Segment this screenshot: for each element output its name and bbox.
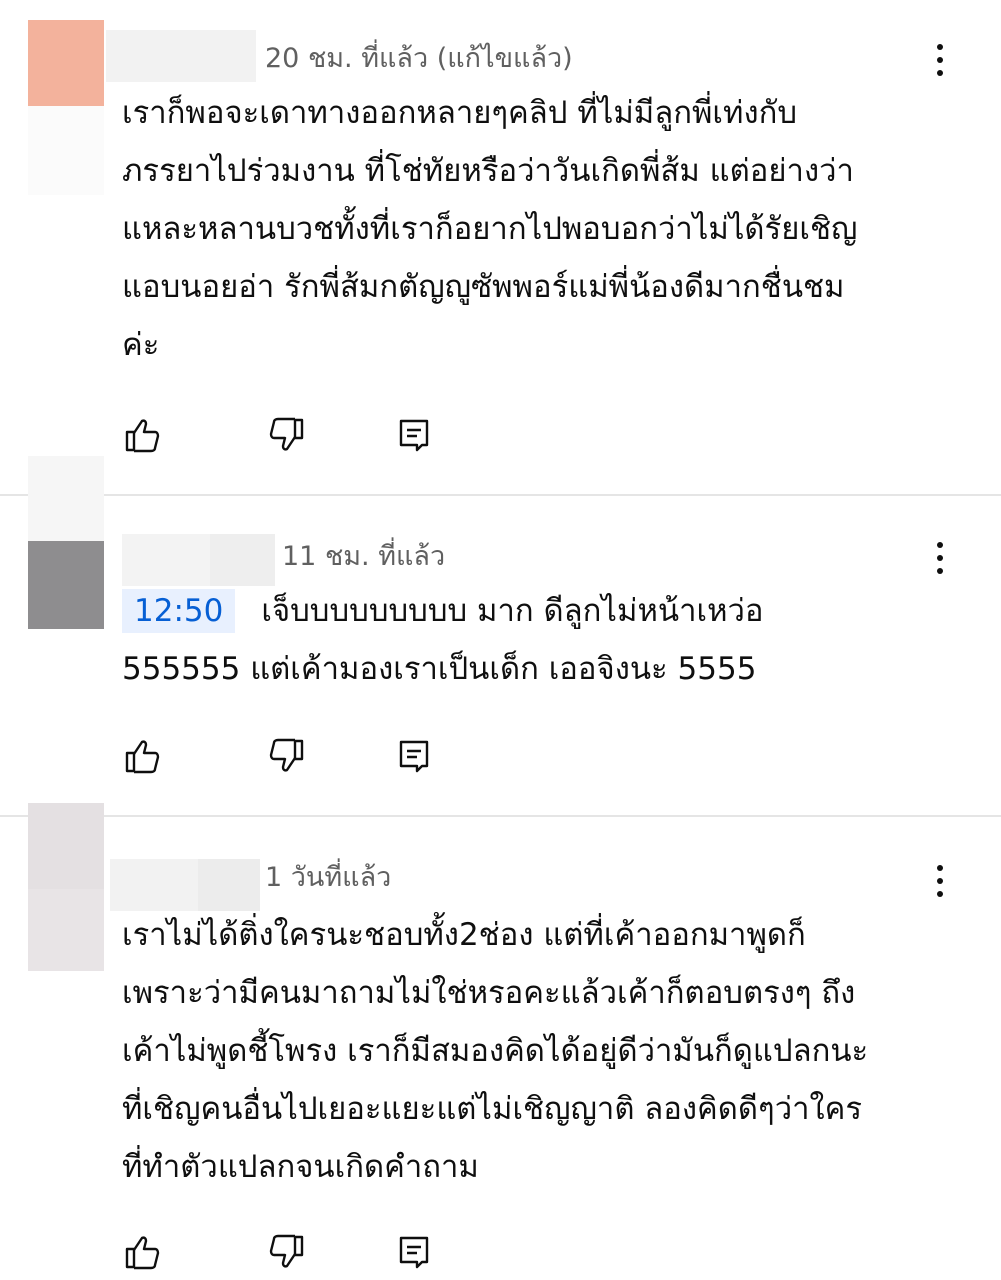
comment-line: แหละหลานบวชทั้งที่เราก็อยากไปพอบอกว่าไม่… [122, 211, 858, 247]
dislike-button[interactable] [267, 736, 307, 776]
author-name[interactable] [110, 859, 260, 911]
avatar[interactable] [28, 456, 104, 629]
comment-line: ค่ะ [122, 327, 160, 363]
comment-text: เราไม่ได้ติ่งใครนะชอบทั้ง2ช่อง แต่ที่เค้… [122, 906, 962, 1196]
timestamp-link[interactable]: 12:50 [122, 589, 236, 633]
comment-line: เค้าไม่พูดชี้โพรง เราก็มีสมองคิดได้อยู่ด… [122, 1033, 869, 1069]
comment-thread: 1 วันที่แล้ว เราไม่ได้ติ่งใครนะชอบทั้ง2ช… [0, 803, 1001, 1280]
comment-line: เราไม่ได้ติ่งใครนะชอบทั้ง2ช่อง แต่ที่เค้… [122, 917, 806, 953]
reply-button[interactable] [394, 415, 434, 455]
author-name[interactable] [122, 534, 275, 586]
comment-line: เพราะว่ามีคนมาถามไม่ใช่หรอคะแล้วเค้าก็ตอ… [122, 975, 856, 1011]
comment-line: เจ็บบบบบบบบบ มาก ดีลูกไม่หน้าเหว่อ [261, 593, 764, 629]
more-options-button[interactable] [924, 859, 956, 903]
more-options-button[interactable] [924, 536, 956, 580]
reply-icon [399, 740, 429, 773]
comment-line: ภรรยาไปร่วมงาน ที่โช่ทัยหรือว่าวันเกิดพี… [122, 153, 854, 189]
comment-line: 555555 แต่เค้ามองเราเป็นเด็ก เออจิงนะ 55… [122, 651, 757, 687]
dislike-button[interactable] [267, 415, 307, 455]
comment-time: 11 ชม. ที่แล้ว [282, 541, 446, 572]
reply-icon [399, 419, 429, 452]
more-options-button[interactable] [924, 38, 956, 82]
comment-line: ที่เชิญคนอื่นไปเยอะแยะแต่ไม่เชิญญาติ ลอง… [122, 1091, 863, 1127]
like-button[interactable] [122, 415, 162, 455]
avatar[interactable] [28, 803, 104, 971]
reply-button[interactable] [394, 736, 434, 776]
comment-thread: 20 ชม. ที่แล้ว (แก้ไขแล้ว) เราก็พอจะเดาท… [0, 0, 1001, 495]
comment-time: 1 วันที่แล้ว [265, 862, 392, 893]
reply-button[interactable] [394, 1232, 434, 1272]
comment-thread: 11 ชม. ที่แล้ว 12:50 เจ็บบบบบบบบบ มาก ดีล… [0, 456, 1001, 816]
thumbs-up-icon [125, 740, 160, 774]
comment-time: 20 ชม. ที่แล้ว (แก้ไขแล้ว) [265, 43, 573, 74]
comment-text: เราก็พอจะเดาทางออกหลายๆคลิป ที่ไม่มีลูกพ… [122, 84, 962, 374]
like-button[interactable] [122, 1232, 162, 1272]
thumbs-up-icon [125, 419, 160, 453]
reply-icon [399, 1236, 429, 1269]
thumbs-down-icon [269, 738, 304, 772]
comment-line: เราก็พอจะเดาทางออกหลายๆคลิป ที่ไม่มีลูกพ… [122, 95, 798, 131]
thumbs-down-icon [269, 417, 304, 451]
comment-text: 12:50 เจ็บบบบบบบบบ มาก ดีลูกไม่หน้าเหว่อ … [122, 582, 962, 698]
thumbs-up-icon [125, 1236, 160, 1270]
thumbs-down-icon [269, 1234, 304, 1268]
comment-line: ที่ทำตัวแปลกจนเกิดคำถาม [122, 1149, 479, 1185]
comment-line: แอบนอยอ่า รักพี่ส้มกตัญญูซัพพอร์แม่พี่น้… [122, 269, 845, 305]
avatar[interactable] [28, 20, 104, 195]
dislike-button[interactable] [267, 1232, 307, 1272]
author-name[interactable] [106, 30, 256, 82]
like-button[interactable] [122, 736, 162, 776]
